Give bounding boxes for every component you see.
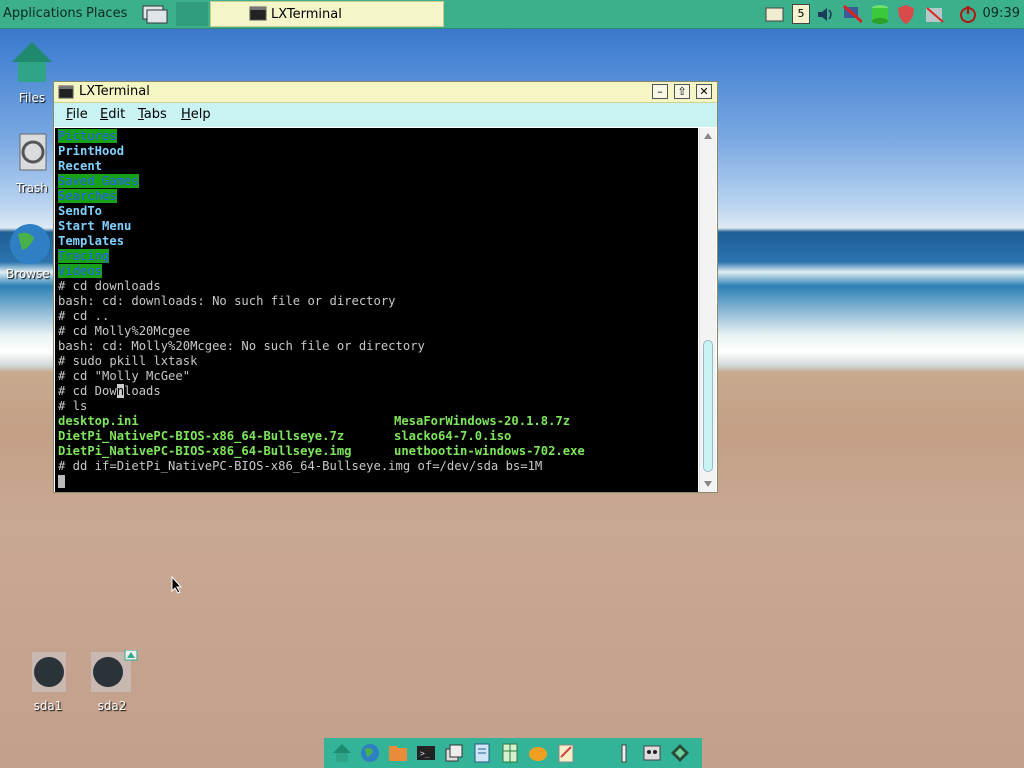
file-listing-row: DietPi_NativePC-BIOS-x86_64-Bullseye.7z s…: [58, 429, 512, 443]
dir-entry: SendTo: [58, 204, 103, 218]
close-button[interactable]: ✕: [696, 84, 712, 99]
error-line: bash: cd: downloads: No such file or dir…: [58, 294, 396, 308]
notepad-icon[interactable]: [556, 743, 576, 763]
applications-menu[interactable]: Applications: [3, 6, 82, 21]
bottom-dock: >_: [324, 738, 702, 768]
desktop-icon-label: sda2: [97, 699, 127, 713]
database-icon[interactable]: [870, 4, 890, 24]
tools-icon[interactable]: [614, 743, 634, 763]
minimize-button[interactable]: –: [652, 84, 668, 99]
terminal-output[interactable]: Pictures PrintHood Recent Saved Games Se…: [55, 128, 698, 492]
desktop-background: Applications Places LXTerminal 5 09:39 F…: [0, 0, 1024, 768]
dir-entry: Videos: [58, 264, 103, 278]
shield-icon[interactable]: [896, 4, 916, 24]
window-titlebar[interactable]: LXTerminal – ⇧ ✕: [54, 82, 717, 103]
lxterminal-window: LXTerminal – ⇧ ✕ File Edit Tabs Help Pic…: [53, 81, 718, 493]
dir-entry: Tracing: [58, 249, 110, 263]
clock[interactable]: 09:39: [983, 6, 1020, 21]
workspace-icon: [142, 5, 168, 24]
desktop-icon-sda2[interactable]: sda2: [82, 649, 142, 713]
prompt-line[interactable]: [58, 474, 65, 489]
command-line: # cd "Molly McGee": [58, 369, 191, 383]
text-selection: n: [116, 384, 125, 398]
mouse-pointer-icon: [171, 576, 183, 594]
top-panel: Applications Places LXTerminal 5 09:39: [0, 0, 1024, 29]
power-icon[interactable]: [958, 4, 978, 24]
desktop-pager-2[interactable]: [176, 2, 208, 26]
menu-file[interactable]: File: [66, 107, 88, 122]
dir-entry: Recent: [58, 159, 103, 173]
battery-icon[interactable]: [924, 4, 944, 24]
dir-entry: Pictures: [58, 129, 117, 143]
desktop-icon-label: sda1: [33, 699, 63, 713]
desktop-icon-label: Browse: [6, 267, 50, 281]
scroll-up-icon[interactable]: [700, 130, 716, 142]
tomato-icon[interactable]: [528, 743, 548, 763]
drive-icon: [32, 652, 66, 692]
menu-edit[interactable]: Edit: [100, 107, 125, 122]
desktop-icon-browser[interactable]: Browse: [0, 220, 60, 281]
mascot-icon[interactable]: [642, 743, 662, 763]
error-line: bash: cd: Molly%20Mcgee: No such file or…: [58, 339, 425, 353]
menu-tabs[interactable]: Tabs: [138, 107, 167, 122]
menu-help[interactable]: Help: [181, 107, 211, 122]
trash-icon: [19, 133, 47, 171]
taskbar-item-lxterminal[interactable]: LXTerminal: [210, 1, 444, 27]
command-line: # cd downloads: [58, 279, 161, 293]
mounted-drive-icon: [91, 649, 138, 692]
desktop-icon-sda1[interactable]: sda1: [18, 650, 78, 713]
calendar-icon[interactable]: 5: [792, 4, 810, 24]
home-icon[interactable]: [332, 743, 352, 763]
svg-text:>_: >_: [420, 749, 430, 758]
command-line: # cd ..: [58, 309, 110, 323]
terminal-icon: [249, 6, 267, 21]
taskbar-item-label: LXTerminal: [271, 7, 342, 22]
text-editor-icon[interactable]: [472, 743, 492, 763]
desktop-pager-1[interactable]: [140, 2, 172, 26]
command-line: # cd Molly%20Mcgee: [58, 324, 191, 338]
command-line: # sudo pkill lxtask: [58, 354, 198, 368]
home-folder-icon: [12, 42, 52, 82]
folder-icon[interactable]: [388, 743, 408, 763]
command-line: # ls: [58, 399, 88, 413]
scrollbar-thumb[interactable]: [703, 340, 713, 472]
file-listing-row: desktop.ini MesaForWindows-20.1.8.7z: [58, 414, 571, 428]
text-cursor: [58, 475, 65, 488]
puzzle-icon[interactable]: [670, 743, 690, 763]
dir-entry: Start Menu: [58, 219, 132, 233]
volume-icon[interactable]: [816, 4, 836, 24]
terminal-icon[interactable]: >_: [416, 743, 436, 763]
command-line: # dd if=DietPi_NativePC-BIOS-x86_64-Bull…: [58, 459, 543, 473]
window-title: LXTerminal: [79, 84, 150, 99]
vertical-scrollbar[interactable]: [699, 128, 716, 492]
menu-bar: File Edit Tabs Help: [54, 103, 717, 127]
network-disconnected-icon[interactable]: [842, 4, 862, 24]
dir-entry: PrintHood: [58, 144, 125, 158]
globe-icon: [10, 224, 50, 264]
browser-icon[interactable]: [360, 743, 380, 763]
file-manager-icon[interactable]: [444, 743, 464, 763]
maximize-button[interactable]: ⇧: [674, 84, 690, 99]
scroll-down-icon[interactable]: [700, 478, 716, 490]
notes-icon[interactable]: [764, 4, 784, 24]
command-line: # cd Downloads: [58, 384, 161, 398]
dir-entry: Searches: [58, 189, 117, 203]
spreadsheet-icon[interactable]: [500, 743, 520, 763]
places-menu[interactable]: Places: [86, 6, 127, 21]
file-listing-row: DietPi_NativePC-BIOS-x86_64-Bullseye.img…: [58, 444, 585, 458]
dir-entry: Templates: [58, 234, 125, 248]
terminal-icon: [58, 85, 74, 99]
dir-entry: Saved Games: [58, 174, 139, 188]
